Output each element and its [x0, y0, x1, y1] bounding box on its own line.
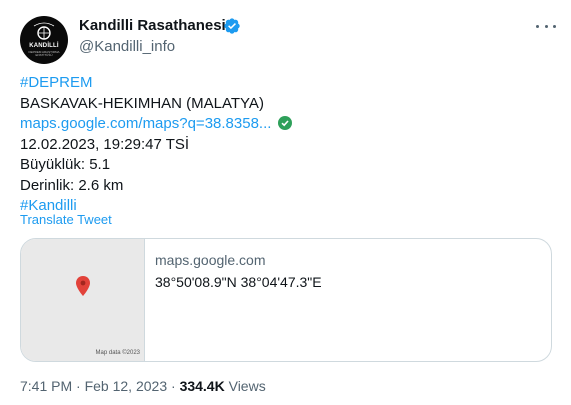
avatar-logo-subtext: DEPREM ARAŞTIRMA ENSTİTÜSÜ [28, 50, 60, 57]
magnitude-text: Büyüklük: 5.1 [20, 156, 111, 173]
author-display-name[interactable]: Kandilli Rasathanesi [79, 17, 226, 34]
depth-text: Derinlik: 2.6 km [20, 176, 124, 194]
avatar[interactable]: KANDİLLİ DEPREM ARAŞTIRMA ENSTİTÜSÜ [20, 16, 68, 64]
meta-separator: · [76, 378, 81, 394]
card-domain: maps.google.com [155, 252, 266, 268]
datetime-text: 12.02.2023, 19:29:47 TSİ [20, 135, 190, 153]
verified-badge-icon [224, 18, 240, 34]
views-label: Views [228, 378, 266, 394]
link-check-icon [278, 116, 293, 130]
tweet-time[interactable]: 7:41 PM [20, 378, 72, 394]
card-title: 38°50'08.9"N 38°04'47.3"E [155, 274, 322, 290]
tweet-text: #DEPREM BASKAVAK-HEKIMHAN (MALATYA) maps… [20, 73, 293, 217]
map-pin-icon [76, 276, 90, 296]
tweet-meta: 7:41 PM · Feb 12, 2023 · 334.4K Views [20, 378, 266, 394]
map-thumbnail: Map data ©2023 [21, 239, 145, 361]
meta-separator-2: · [171, 378, 176, 394]
translate-tweet-link[interactable]: Translate Tweet [20, 212, 112, 227]
link-preview-card[interactable]: Map data ©2023 maps.google.com 38°50'08.… [20, 238, 552, 362]
tweet-date[interactable]: Feb 12, 2023 [85, 378, 168, 394]
location-text: BASKAVAK-HEKIMHAN (MALATYA) [20, 94, 264, 112]
views-count: 334.4K [179, 378, 225, 394]
map-credit: Map data ©2023 [95, 350, 140, 356]
hashtag-deprem[interactable]: #DEPREM [20, 74, 93, 91]
author-handle[interactable]: @Kandilli_info [79, 38, 175, 55]
more-options-icon[interactable] [536, 20, 556, 32]
avatar-logo-text: KANDİLLİ [29, 43, 59, 49]
map-link[interactable]: maps.google.com/maps?q=38.8358... [20, 115, 271, 132]
